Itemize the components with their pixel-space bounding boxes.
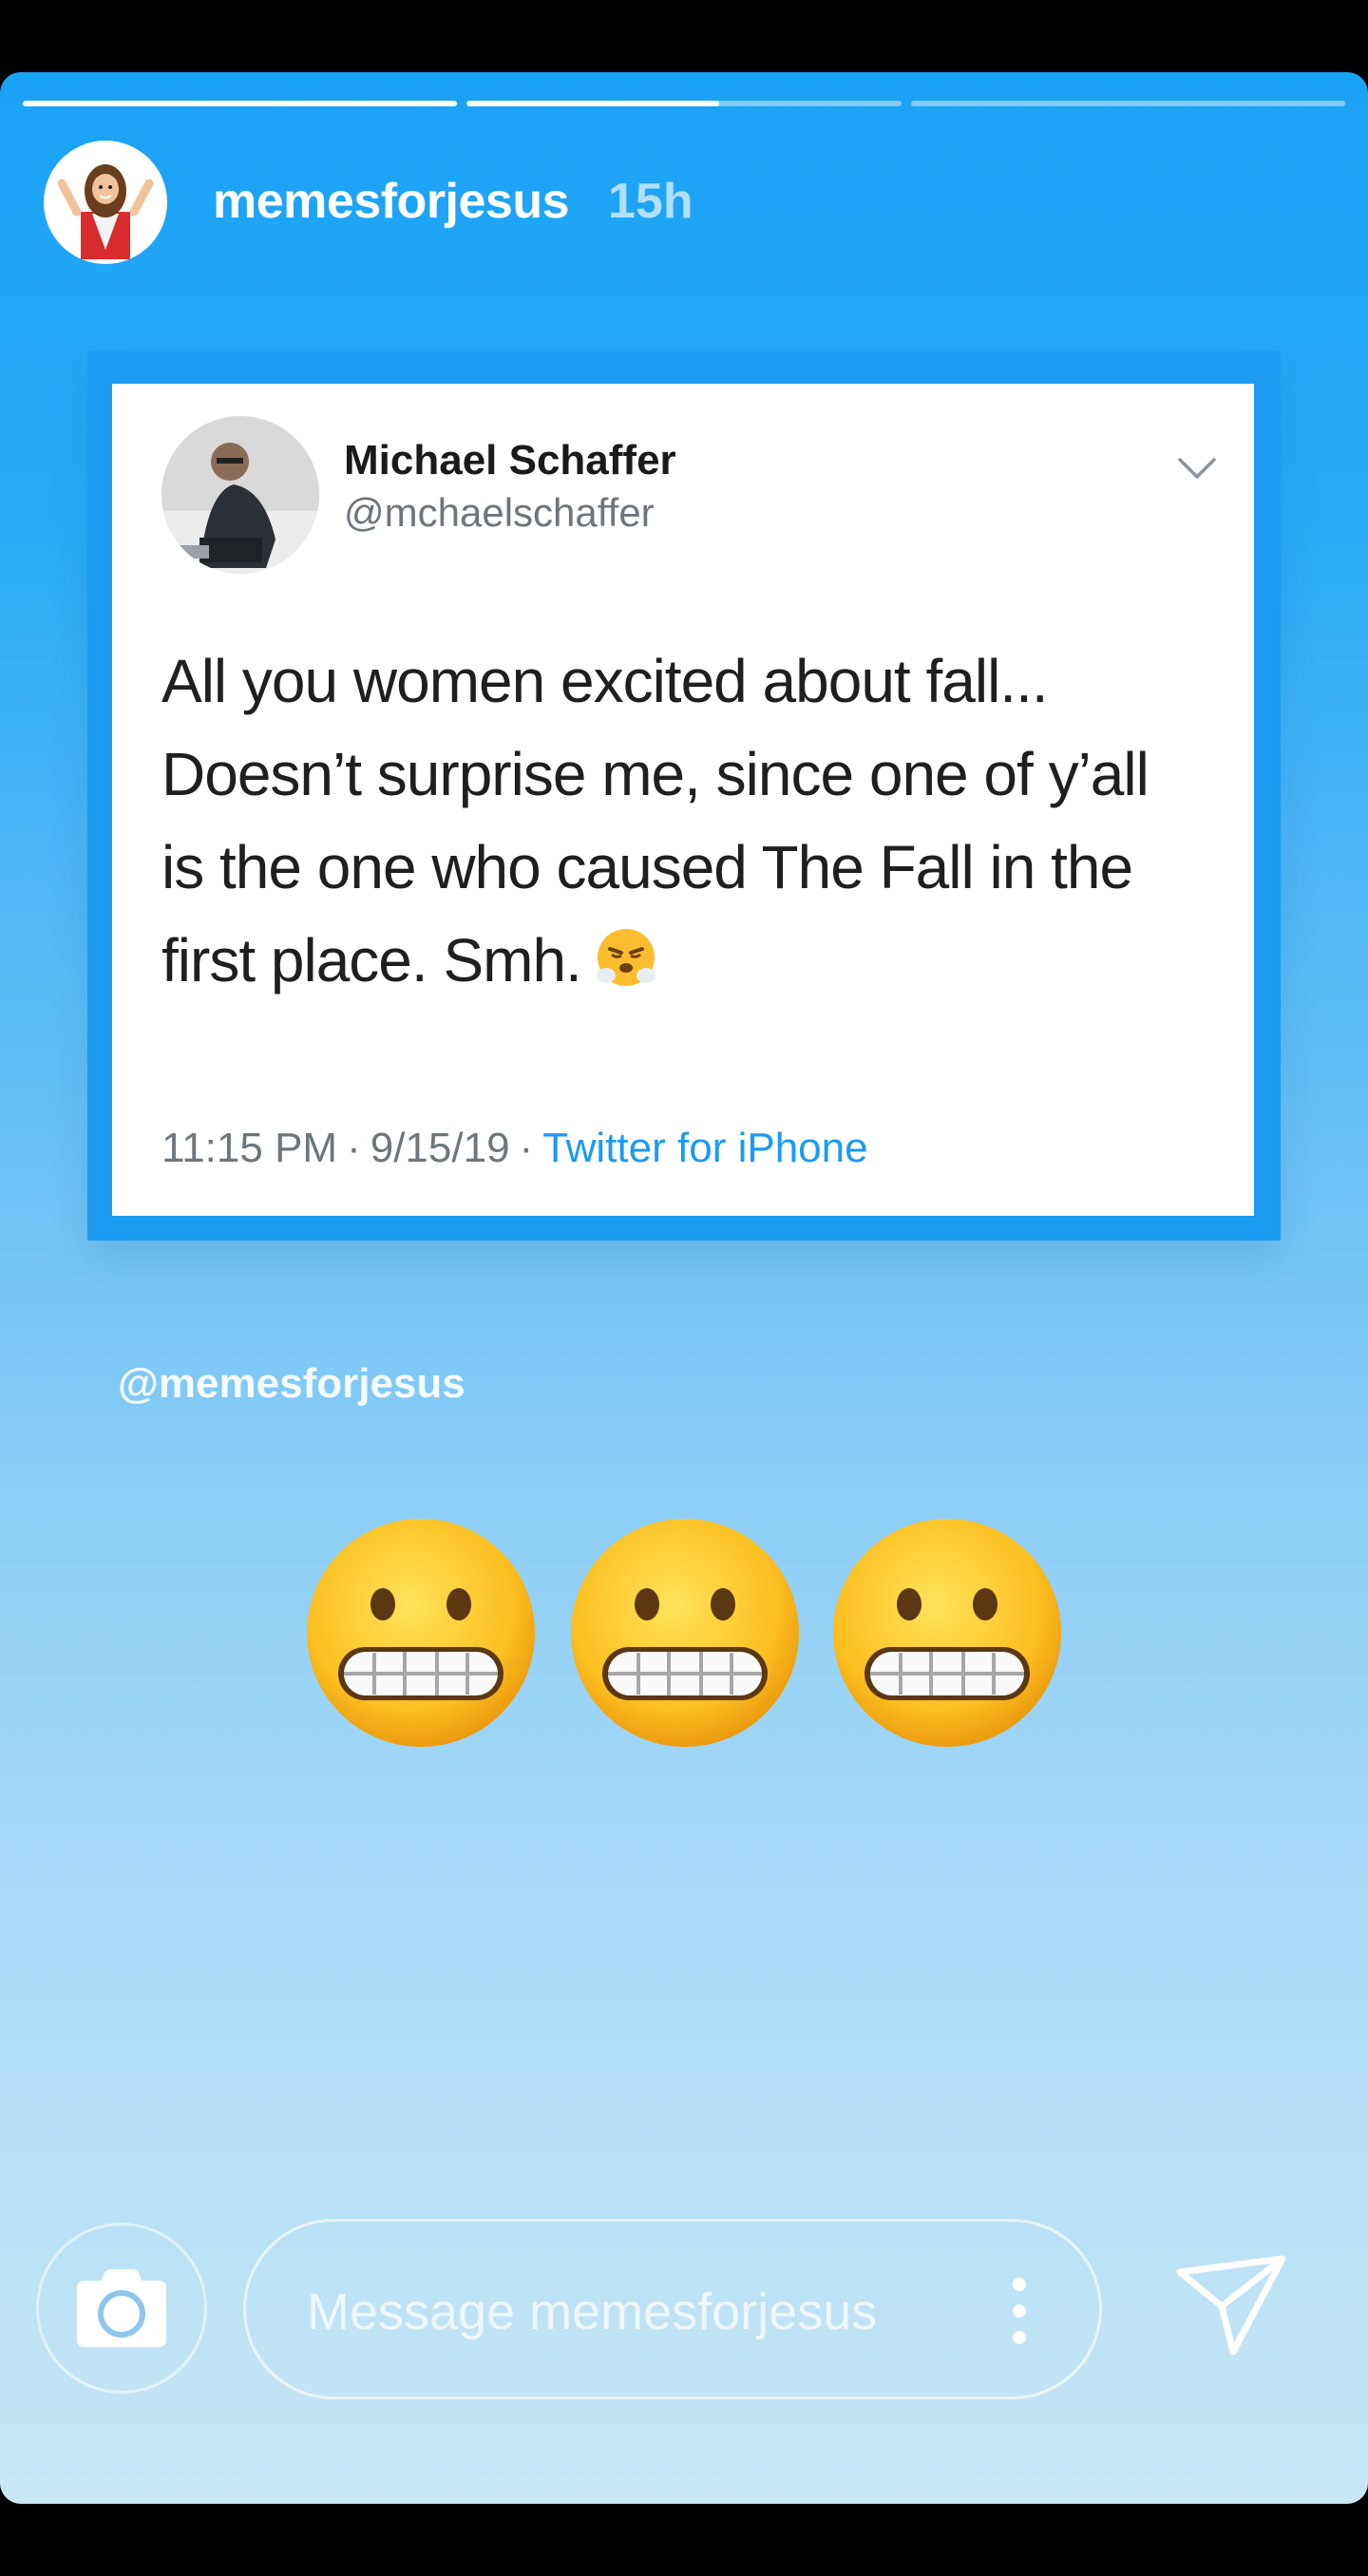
story-username[interactable]: memesforjesus	[213, 173, 570, 230]
grimacing-face-icon	[571, 1519, 799, 1747]
tweet-metadata: 11:15 PM · 9/15/19 · Twitter for iPhone	[162, 1125, 868, 1172]
tweet-time: 11:15 PM	[162, 1125, 338, 1171]
grimacing-face-icon	[307, 1519, 535, 1747]
chevron-down-icon	[1178, 458, 1216, 479]
jesus-avatar-icon	[57, 164, 154, 259]
tweet-text: All you women excited about fall... Does…	[162, 635, 1216, 1016]
navigation-bar-area	[0, 2504, 1368, 2576]
face-with-steam-icon	[593, 923, 659, 1016]
grimacing-face-icon	[833, 1519, 1061, 1747]
progress-segment	[910, 101, 1345, 106]
send-icon[interactable]	[1174, 2253, 1288, 2358]
more-vertical-icon[interactable]	[1012, 2277, 1027, 2345]
tweet-line: All you women excited about fall...	[162, 647, 1049, 715]
camera-icon	[77, 2269, 166, 2347]
progress-segment	[23, 101, 458, 106]
progress-segment	[466, 101, 902, 106]
story-watermark: @memesforjesus	[118, 1360, 466, 1407]
tweet-author-name: Michael Schaffer	[344, 437, 676, 483]
tweet-line: first place. Smh.	[162, 926, 582, 994]
tweet-author-handle: @mchaelschaffer	[344, 490, 655, 535]
story-view[interactable]: memesforjesus 15h Michael Schaffer @mcha…	[0, 72, 1368, 2504]
meta-separator: ·	[519, 1125, 534, 1171]
tweet-source: Twitter for iPhone	[542, 1125, 868, 1171]
status-bar-area	[0, 0, 1368, 72]
message-placeholder: Message memesforjesus	[307, 2283, 878, 2340]
meta-separator: ·	[347, 1125, 361, 1171]
tweet-line: Doesn’t surprise me, since one of y’all	[162, 740, 1150, 808]
story-progress	[23, 101, 1345, 106]
user-avatar[interactable]	[44, 141, 167, 264]
tweet-card: Michael Schaffer @mchaelschaffer All you…	[112, 384, 1254, 1216]
camera-button[interactable]	[36, 2223, 207, 2394]
story-time-ago: 15h	[608, 174, 694, 229]
tweet-author-avatar	[162, 416, 319, 574]
tweet-line: is the one who caused The Fall in the	[162, 833, 1133, 901]
message-input[interactable]: Message memesforjesus	[243, 2219, 1102, 2399]
tweet-date: 9/15/19	[370, 1125, 510, 1171]
